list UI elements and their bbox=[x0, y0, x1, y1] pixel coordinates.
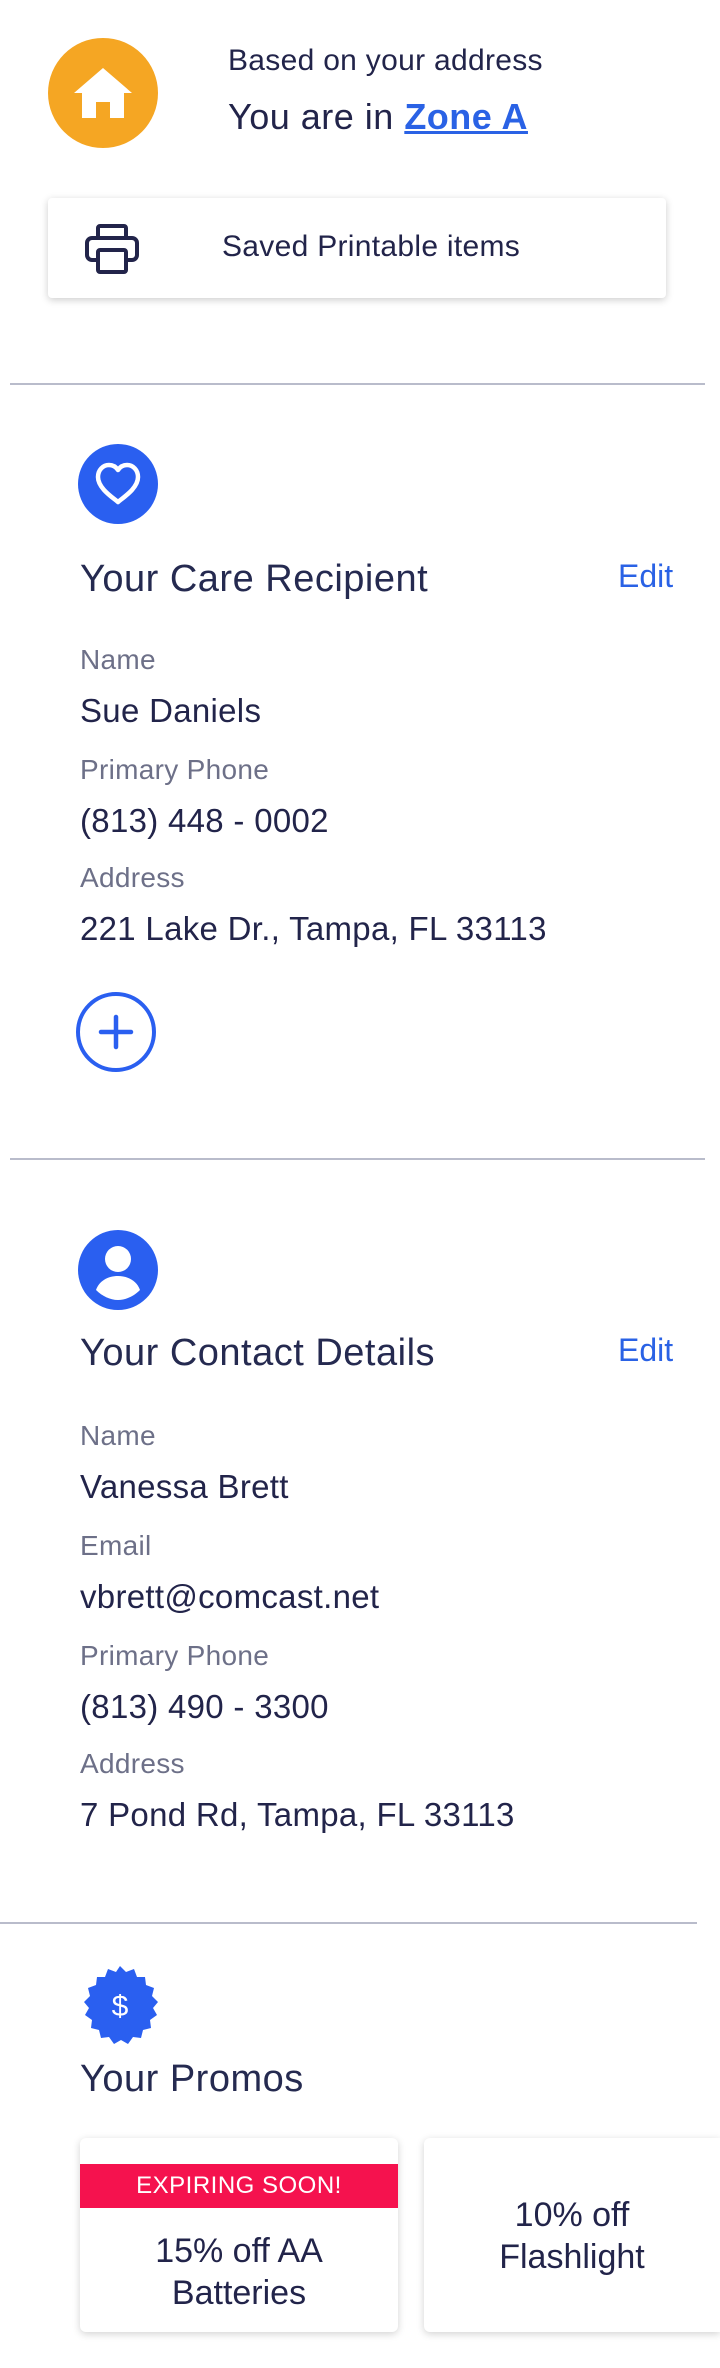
care-recipient-edit-link[interactable]: Edit bbox=[618, 558, 673, 595]
home-icon bbox=[48, 38, 158, 148]
care-recipient-address-label: Address bbox=[80, 862, 185, 893]
promo-card[interactable]: 10% off Flashlight bbox=[424, 2138, 720, 2332]
contact-name-value: Vanessa Brett bbox=[80, 1468, 289, 1505]
contact-details-edit-link[interactable]: Edit bbox=[618, 1332, 673, 1369]
plus-icon bbox=[80, 996, 152, 1073]
heart-icon bbox=[78, 444, 158, 524]
saved-printables-label: Saved Printable items bbox=[222, 230, 521, 263]
contact-phone-label: Primary Phone bbox=[80, 1640, 270, 1671]
promo-card[interactable]: EXPIRING SOON! 15% off AA Batteries bbox=[80, 2138, 398, 2332]
contact-name-label: Name bbox=[80, 1420, 156, 1451]
contact-address-value: 7 Pond Rd, Tampa, FL 33113 bbox=[80, 1796, 515, 1833]
care-recipient-title: Your Care Recipient bbox=[80, 558, 429, 600]
divider bbox=[10, 1158, 705, 1160]
contact-phone-value: (813) 490 - 3300 bbox=[80, 1688, 329, 1725]
divider bbox=[0, 1922, 697, 1924]
promos-title: Your Promos bbox=[80, 2058, 304, 2100]
zone-link[interactable]: Zone A bbox=[404, 96, 528, 137]
promo-line-1: 15% off AA bbox=[155, 2232, 323, 2270]
care-recipient-name-label: Name bbox=[80, 644, 156, 675]
saved-printables-button[interactable]: Saved Printable items bbox=[48, 198, 666, 298]
contact-email-value: vbrett@comcast.net bbox=[80, 1578, 380, 1615]
promo-line-1: 10% off bbox=[514, 2196, 630, 2234]
promo-line-2: Flashlight bbox=[499, 2238, 645, 2276]
care-recipient-name-value: Sue Daniels bbox=[80, 692, 262, 729]
contact-address-label: Address bbox=[80, 1748, 185, 1779]
add-care-recipient-button[interactable] bbox=[76, 992, 156, 1072]
zone-line: You are in Zone A bbox=[228, 96, 528, 138]
zone-subtitle: Based on your address bbox=[228, 44, 543, 77]
zone-prefix: You are in bbox=[228, 96, 405, 137]
svg-text:$: $ bbox=[112, 1990, 129, 2023]
dollar-badge-icon: $ bbox=[78, 1964, 162, 2053]
divider bbox=[10, 383, 705, 385]
care-recipient-phone-value: (813) 448 - 0002 bbox=[80, 802, 329, 839]
printer-icon bbox=[84, 224, 140, 279]
promo-line-2: Batteries bbox=[171, 2274, 307, 2312]
expiring-badge: EXPIRING SOON! bbox=[80, 2164, 398, 2208]
user-icon bbox=[78, 1230, 158, 1310]
care-recipient-address-value: 221 Lake Dr., Tampa, FL 33113 bbox=[80, 910, 547, 947]
contact-details-title: Your Contact Details bbox=[80, 1332, 436, 1374]
care-recipient-phone-label: Primary Phone bbox=[80, 754, 270, 785]
contact-email-label: Email bbox=[80, 1530, 152, 1561]
